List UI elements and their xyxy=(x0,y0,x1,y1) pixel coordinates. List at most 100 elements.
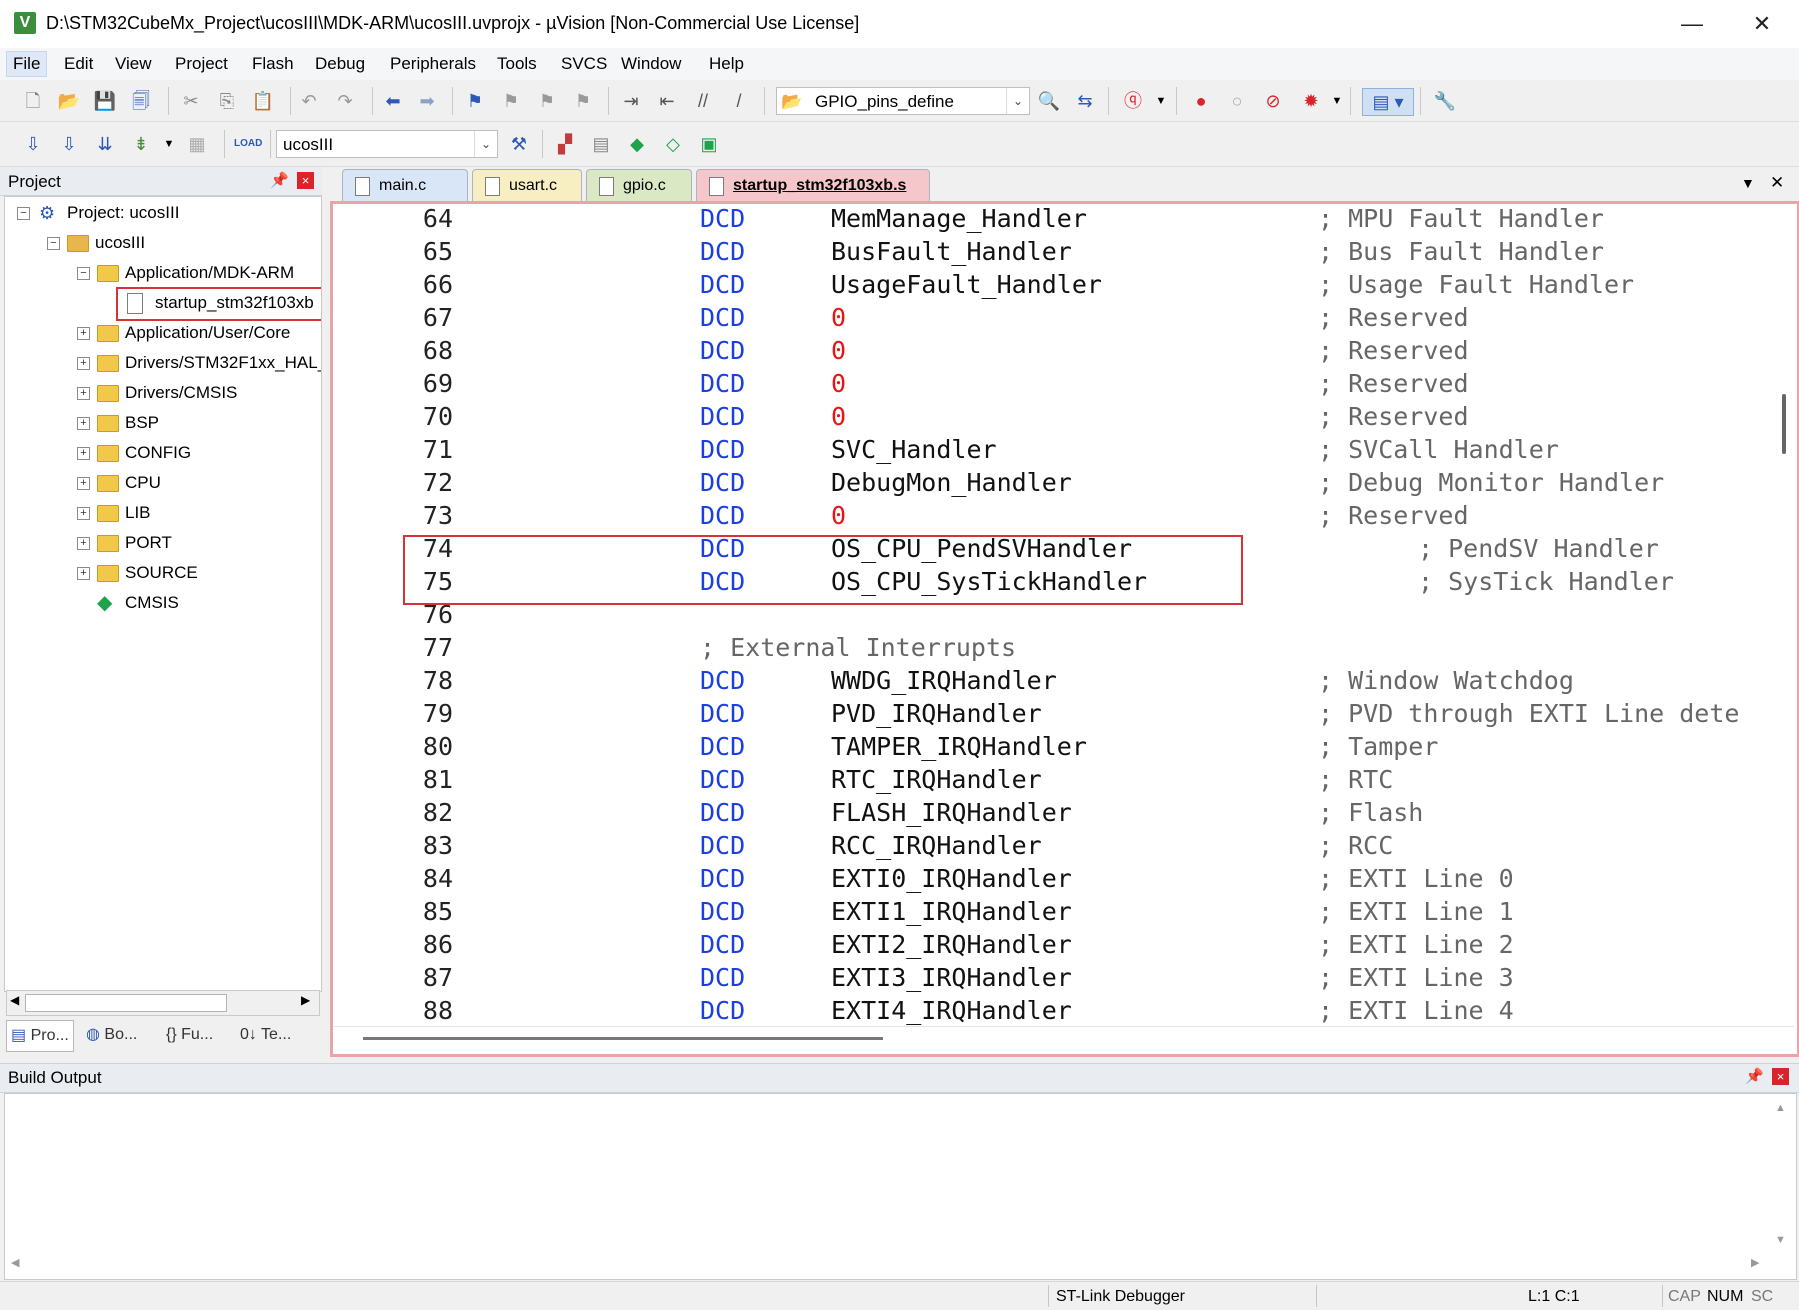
expand-icon[interactable]: + xyxy=(77,327,90,340)
open-file-icon[interactable]: 📂 xyxy=(56,88,82,114)
scroll-down-icon[interactable]: ▼ xyxy=(1775,1234,1786,1246)
close-tab-icon[interactable]: ✕ xyxy=(1770,173,1784,193)
build-icon[interactable]: ⇩ xyxy=(56,131,82,157)
bookmark-icon[interactable]: ⚑ xyxy=(462,88,488,114)
target-options-icon[interactable]: ⚒ xyxy=(506,131,532,157)
scroll-left-icon[interactable]: ◀ xyxy=(10,993,19,1007)
redo-icon[interactable]: ↷ xyxy=(332,88,358,114)
menu-window[interactable]: Window xyxy=(615,54,687,74)
scroll-left-icon[interactable]: ◀ xyxy=(11,1256,19,1269)
tab-gpio-c[interactable]: gpio.c xyxy=(586,169,692,201)
close-icon[interactable]: × xyxy=(297,172,314,189)
debug-session-icon[interactable]: ⓠ xyxy=(1120,88,1146,114)
tree-group-drivers-hal[interactable]: + Drivers/STM32F1xx_HAL_Driver xyxy=(73,349,321,377)
paste-icon[interactable]: 📋 xyxy=(250,88,276,114)
menu-debug[interactable]: Debug xyxy=(309,54,371,74)
breakpoint-disable-icon[interactable]: ○ xyxy=(1224,88,1250,114)
stop-build-icon[interactable]: ▦ xyxy=(184,131,210,157)
pin-icon[interactable]: 📌 xyxy=(1745,1067,1764,1085)
expand-icon[interactable]: + xyxy=(77,447,90,460)
scroll-right-icon[interactable]: ▶ xyxy=(1751,1256,1759,1269)
tab-startup-s[interactable]: startup_stm32f103xb.s xyxy=(696,169,930,201)
bookmark-next-icon[interactable]: ⚑ xyxy=(534,88,560,114)
menu-project[interactable]: Project xyxy=(169,54,234,74)
code-editor[interactable]: 64 65 66 67 68 69 70 71 72 73 74 75 76 77 78 79 80 81 82 83… xyxy=(330,201,1799,1057)
pin-icon[interactable]: 📌 xyxy=(270,171,289,189)
scroll-up-icon[interactable]: ▲ xyxy=(1775,1102,1786,1114)
new-file-icon[interactable]: 🗋 xyxy=(20,88,46,114)
cut-icon[interactable]: ✂ xyxy=(178,88,204,114)
configure-icon[interactable]: 🔧 xyxy=(1432,88,1458,114)
expand-icon[interactable]: + xyxy=(77,507,90,520)
expand-icon[interactable]: + xyxy=(77,417,90,430)
function-combo[interactable]: 📂 GPIO_pins_define ⌄ xyxy=(776,87,1030,115)
menu-flash[interactable]: Flash xyxy=(246,54,300,74)
close-window-button[interactable]: ✕ xyxy=(1727,0,1797,48)
incremental-find-icon[interactable]: ⇆ xyxy=(1072,88,1098,114)
find-icon[interactable]: 🔍 xyxy=(1036,88,1062,114)
expand-icon[interactable]: + xyxy=(77,567,90,580)
copy-icon[interactable]: ⎘ xyxy=(214,88,240,114)
pack-installer-icon[interactable]: ◇ xyxy=(660,131,686,157)
menu-svcs[interactable]: SVCS xyxy=(555,54,613,74)
close-icon[interactable]: × xyxy=(1772,1068,1789,1085)
undo-icon[interactable]: ↶ xyxy=(296,88,322,114)
editor-hscrollbar[interactable] xyxy=(333,1026,1794,1052)
comment-icon[interactable]: // xyxy=(690,88,716,114)
breakpoint-disable-all-icon[interactable]: ⊘ xyxy=(1260,88,1286,114)
translate-icon[interactable]: ⇩ xyxy=(20,131,46,157)
code-area[interactable]: DCD MemManage_Handler; MPU Fault Handler D… xyxy=(473,204,1793,1026)
rebuild-icon[interactable]: ⇊ xyxy=(92,131,118,157)
menu-help[interactable]: Help xyxy=(703,54,750,74)
scrollbar-thumb[interactable] xyxy=(363,1037,883,1040)
editor-vscrollbar[interactable] xyxy=(1776,204,1794,1026)
collapse-icon[interactable]: − xyxy=(47,237,60,250)
panel-tab-books[interactable]: ◍ Bo... xyxy=(86,1020,137,1050)
expand-icon[interactable]: + xyxy=(77,477,90,490)
collapse-icon[interactable]: − xyxy=(17,207,30,220)
chevron-down-icon[interactable]: ⌄ xyxy=(474,131,497,157)
window-layout-icon[interactable]: ▤ ▾ xyxy=(1362,88,1414,116)
chevron-down-icon[interactable]: ▼ xyxy=(156,131,182,157)
target-combo[interactable]: ucosIII ⌄ xyxy=(276,130,498,158)
collapse-icon[interactable]: − xyxy=(77,267,90,280)
uncomment-icon[interactable]: / xyxy=(726,88,752,114)
chevron-down-icon[interactable]: ▼ xyxy=(1324,88,1350,114)
project-tree-hscrollbar[interactable]: ◀ ▶ xyxy=(6,990,320,1016)
panel-tab-functions[interactable]: {} Fu... xyxy=(166,1020,213,1050)
build-output-area[interactable]: ▲ ▼ ◀ ▶ xyxy=(4,1093,1797,1280)
manage-project-items-icon[interactable]: ▞ xyxy=(552,131,578,157)
manage-run-time-environment-icon[interactable]: ◆ xyxy=(624,131,650,157)
tab-main-c[interactable]: main.c xyxy=(342,169,468,201)
menu-edit[interactable]: Edit xyxy=(58,54,99,74)
panel-tab-project[interactable]: ▤ Pro... xyxy=(6,1020,74,1052)
tab-list-icon[interactable]: ▼ xyxy=(1741,175,1755,191)
menu-file[interactable]: File xyxy=(6,51,48,77)
scroll-right-icon[interactable]: ▶ xyxy=(301,993,310,1007)
chevron-down-icon[interactable]: ⌄ xyxy=(1006,88,1029,114)
load-download-icon[interactable]: LOAD xyxy=(234,131,262,157)
save-all-icon[interactable]: 🗐 xyxy=(128,88,154,114)
bookmark-clear-icon[interactable]: ⚑ xyxy=(570,88,596,114)
navigate-back-icon[interactable]: ⬅ xyxy=(380,88,406,114)
menu-tools[interactable]: Tools xyxy=(491,54,543,74)
tab-usart-c[interactable]: usart.c xyxy=(472,169,582,201)
expand-icon[interactable]: + xyxy=(77,357,90,370)
save-icon[interactable]: 💾 xyxy=(92,88,118,114)
menu-peripherals[interactable]: Peripherals xyxy=(384,54,482,74)
menu-view[interactable]: View xyxy=(109,54,158,74)
expand-icon[interactable]: + xyxy=(77,537,90,550)
chevron-down-icon[interactable]: ▼ xyxy=(1148,88,1174,114)
unindent-icon[interactable]: ⇤ xyxy=(654,88,680,114)
bookmark-prev-icon[interactable]: ⚑ xyxy=(498,88,524,114)
select-packs-icon[interactable]: ▤ xyxy=(588,131,614,157)
panel-tab-templates[interactable]: 0↓ Te... xyxy=(240,1020,291,1050)
device-database-icon[interactable]: ▣ xyxy=(696,131,722,157)
navigate-forward-icon[interactable]: ➡ xyxy=(414,88,440,114)
batch-build-icon[interactable]: ⇟ xyxy=(128,131,154,157)
breakpoint-insert-icon[interactable]: ● xyxy=(1188,88,1214,114)
scrollbar-thumb[interactable] xyxy=(1782,394,1786,454)
expand-icon[interactable]: + xyxy=(77,387,90,400)
scrollbar-thumb[interactable] xyxy=(25,994,227,1012)
breakpoint-kill-all-icon[interactable]: ✹ xyxy=(1298,88,1324,114)
